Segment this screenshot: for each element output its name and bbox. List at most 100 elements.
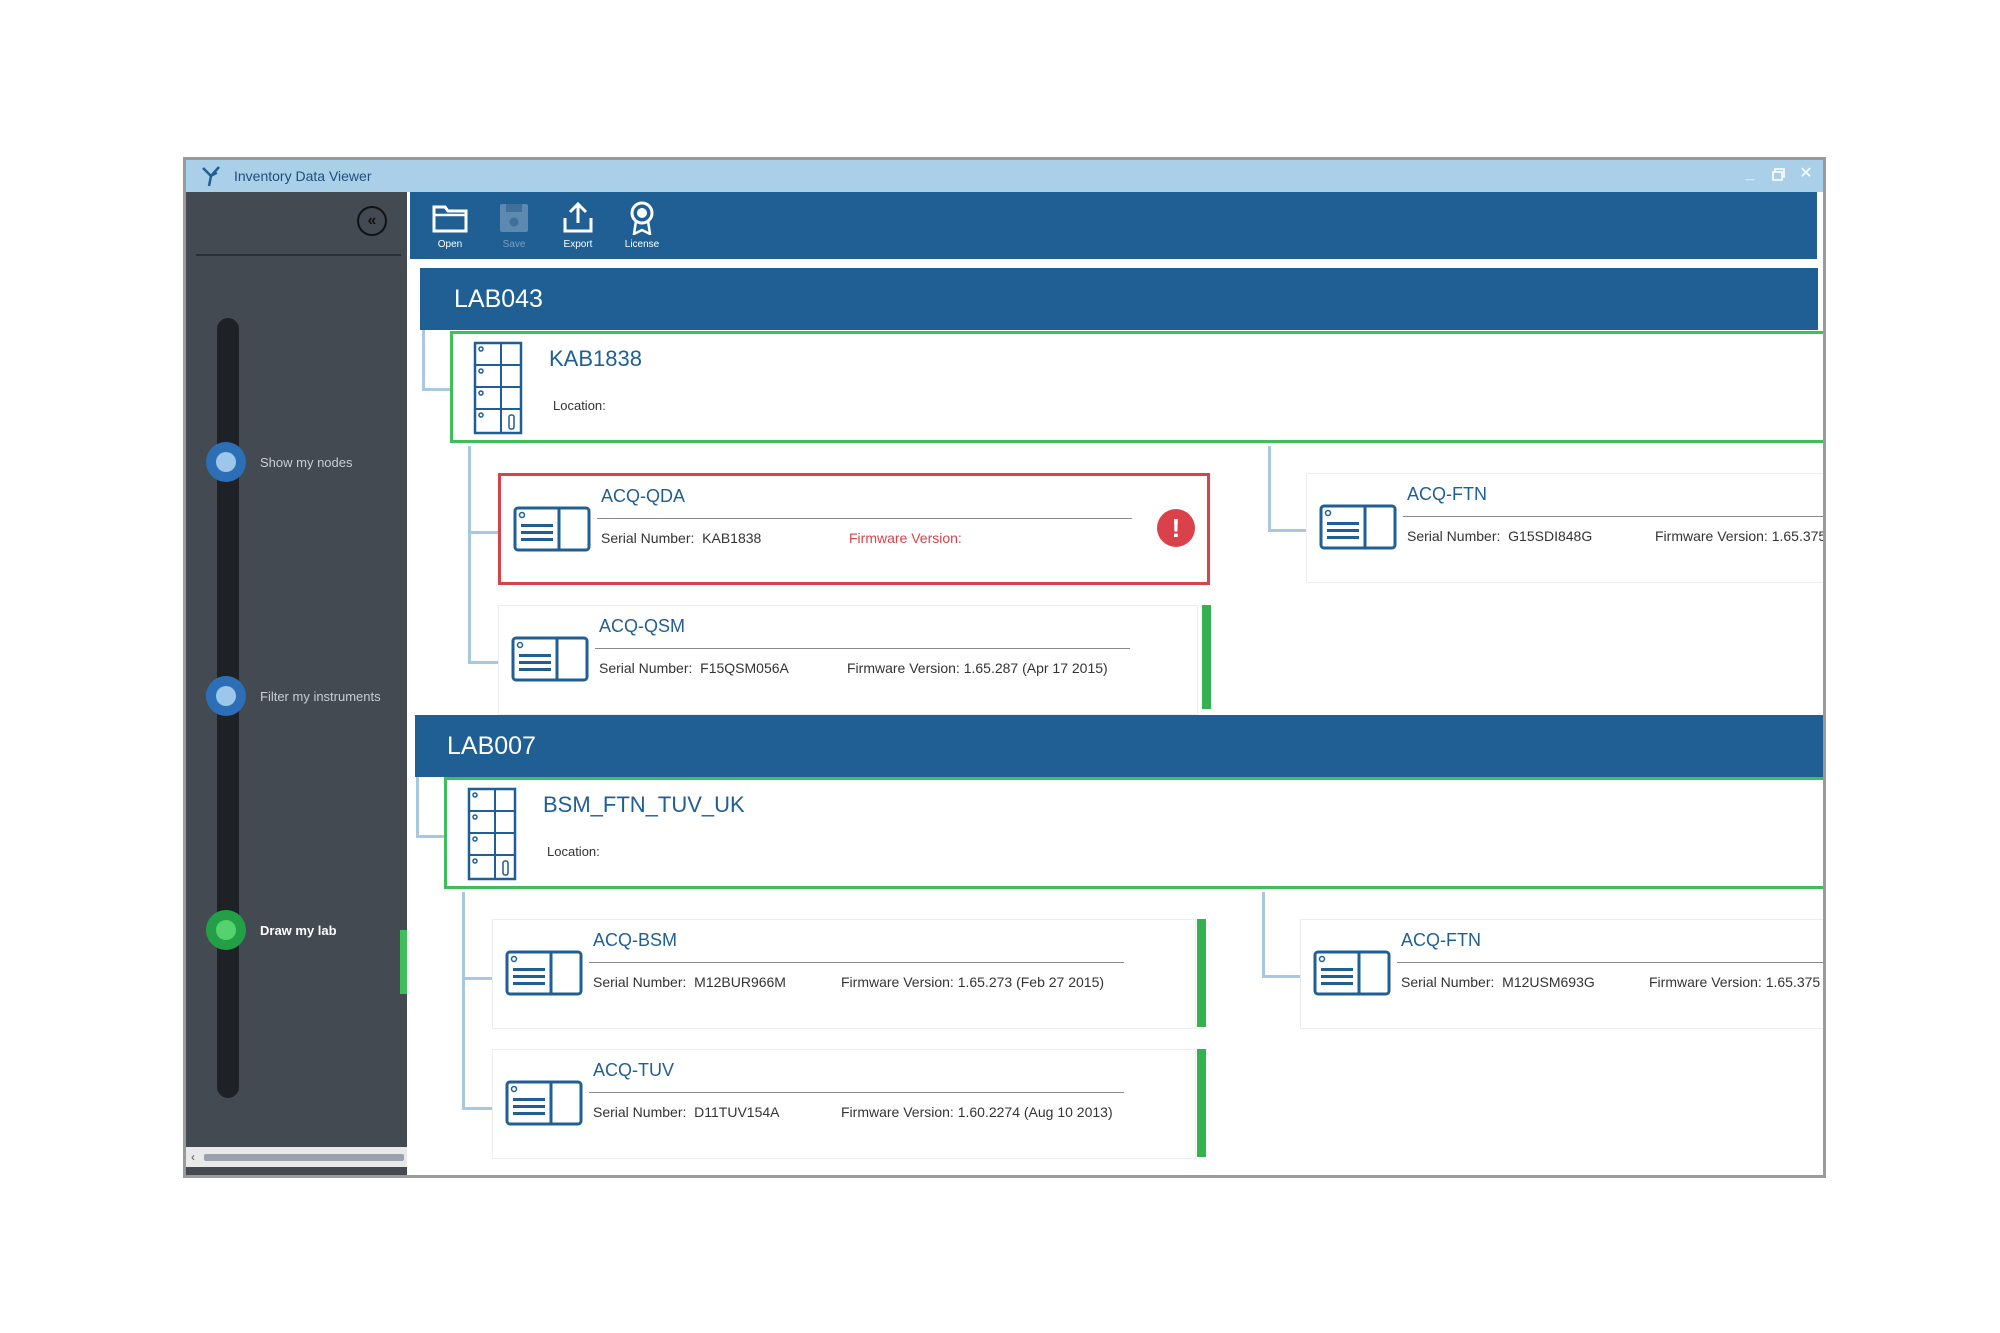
server-rack-icon	[473, 341, 523, 435]
minimize-icon[interactable]: _	[1743, 166, 1757, 182]
close-icon[interactable]: ✕	[1799, 166, 1813, 182]
instrument-divider	[1403, 516, 1823, 517]
tree-connector	[1262, 892, 1265, 978]
lab-canvas: LAB043 KAB1838 Location: ACQ-QDA Serial …	[410, 263, 1826, 1175]
tree-connector	[416, 777, 419, 838]
step-label: Show my nodes	[260, 454, 353, 470]
tree-connector	[422, 330, 425, 390]
instrument-module-icon	[505, 1080, 583, 1126]
export-icon	[563, 201, 593, 233]
lab-header-lab043[interactable]: LAB043	[420, 268, 1818, 330]
instrument-firmware: Firmware Version: 1.65.273 (Feb 27 2015)	[841, 974, 1105, 990]
app-window: Inventory Data Viewer _ ✕ « Show my node…	[183, 157, 1826, 1178]
tree-connector	[1262, 975, 1302, 978]
open-button[interactable]: Open	[430, 201, 470, 250]
restore-icon[interactable]	[1771, 166, 1785, 182]
collapse-sidebar-icon[interactable]: «	[357, 206, 387, 236]
instrument-name: ACQ-QDA	[601, 486, 686, 506]
tree-connector	[422, 388, 452, 391]
instrument-module-icon	[1313, 950, 1391, 996]
instrument-divider	[589, 1092, 1124, 1093]
instrument-firmware: Firmware Version: 1.60.2274 (Aug 10 2013…	[841, 1104, 1113, 1120]
tree-connector	[468, 661, 500, 664]
node-kab1838[interactable]: KAB1838 Location:	[450, 331, 1823, 443]
error-alert-icon[interactable]: !	[1157, 509, 1195, 547]
instrument-firmware: Firmware Version:	[849, 530, 962, 546]
instrument-serial: Serial Number: M12BUR966M	[593, 974, 786, 990]
status-ok-indicator	[1197, 1049, 1206, 1157]
instrument-module-icon	[1319, 504, 1397, 550]
scroll-left-icon[interactable]: ‹	[186, 1150, 200, 1164]
license-button[interactable]: License	[622, 201, 662, 250]
status-ok-indicator	[1202, 605, 1211, 709]
instrument-divider	[1397, 962, 1823, 963]
instrument-divider	[595, 648, 1130, 649]
save-button[interactable]: Save	[494, 201, 534, 250]
workflow-sidebar: « Show my nodes Filter my instruments Dr…	[186, 192, 407, 1175]
instrument-serial: Serial Number: G15SDI848G	[1407, 528, 1593, 544]
instrument-name: ACQ-FTN	[1407, 484, 1487, 504]
sidebar-divider	[196, 254, 401, 256]
sidebar-scrollbar[interactable]: ‹	[186, 1147, 407, 1167]
instrument-card-acq-ftn[interactable]: ACQ-FTN Serial Number: M12USM693G Firmwa…	[1300, 919, 1823, 1029]
export-button[interactable]: Export	[558, 201, 598, 250]
instrument-serial: Serial Number: D11TUV154A	[593, 1104, 780, 1120]
window-title: Inventory Data Viewer	[234, 168, 372, 184]
instrument-divider	[589, 962, 1124, 963]
tree-connector	[462, 1107, 494, 1110]
instrument-name: ACQ-BSM	[593, 930, 678, 950]
instrument-divider	[597, 518, 1132, 519]
save-label: Save	[502, 239, 526, 250]
node-location-label: Location:	[553, 398, 606, 413]
license-ribbon-icon	[630, 201, 654, 235]
tree-connector	[468, 531, 500, 534]
node-bsm-ftn-tuv-uk[interactable]: BSM_FTN_TUV_UK Location:	[444, 777, 1823, 889]
instrument-card-acq-ftn[interactable]: ACQ-FTN Serial Number: G15SDI848G Firmwa…	[1306, 473, 1826, 583]
export-label: Export	[563, 239, 593, 250]
lab-title: LAB007	[447, 731, 536, 760]
step-indicator-icon	[206, 442, 246, 482]
instrument-firmware: Firmware Version: 1.65.287 (Apr 17 2015)	[847, 660, 1108, 676]
instrument-card-acq-qda[interactable]: ACQ-QDA Serial Number: KAB1838 Firmware …	[498, 473, 1210, 585]
instrument-serial: Serial Number: F15QSM056A	[599, 660, 789, 676]
license-label: License	[624, 239, 660, 250]
lab-header-lab007[interactable]: LAB007	[415, 715, 1823, 777]
folder-icon	[432, 205, 468, 233]
open-label: Open	[437, 239, 463, 250]
app-logo-icon	[196, 161, 226, 191]
vertical-scrollbar[interactable]	[1825, 263, 1826, 863]
instrument-module-icon	[511, 636, 589, 682]
step-filter-my-instruments[interactable]: Filter my instruments	[206, 676, 381, 716]
scrollbar-thumb[interactable]	[204, 1153, 404, 1161]
node-name: BSM_FTN_TUV_UK	[543, 792, 745, 817]
tree-connector	[468, 446, 471, 664]
instrument-firmware: Firmware Version: 1.65.375 (Ma	[1649, 974, 1823, 990]
node-name: KAB1838	[549, 346, 642, 371]
instrument-card-acq-qsm[interactable]: ACQ-QSM Serial Number: F15QSM056A Firmwa…	[498, 605, 1198, 715]
lab-title: LAB043	[454, 284, 543, 313]
tree-connector	[1268, 529, 1308, 532]
instrument-firmware: Firmware Version: 1.65.375 (I	[1655, 528, 1826, 544]
toolbar: Open Save Export License	[410, 192, 1817, 259]
step-draw-my-lab[interactable]: Draw my lab	[206, 910, 337, 950]
step-label: Draw my lab	[260, 922, 337, 938]
step-show-my-nodes[interactable]: Show my nodes	[206, 442, 353, 482]
node-location-label: Location:	[547, 844, 600, 859]
instrument-module-icon	[505, 950, 583, 996]
save-icon	[500, 204, 528, 232]
step-indicator-icon	[206, 910, 246, 950]
instrument-module-icon	[513, 506, 591, 552]
instrument-name: ACQ-QSM	[599, 616, 686, 636]
active-step-marker	[400, 930, 407, 994]
instrument-card-acq-bsm[interactable]: ACQ-BSM Serial Number: M12BUR966M Firmwa…	[492, 919, 1196, 1029]
step-label: Filter my instruments	[260, 688, 381, 704]
window-controls: _ ✕	[1743, 166, 1813, 182]
tree-connector	[462, 977, 494, 980]
tree-connector	[416, 835, 446, 838]
status-ok-indicator	[1197, 919, 1206, 1027]
server-rack-icon	[467, 787, 517, 881]
tree-connector	[1268, 446, 1271, 532]
tree-connector	[462, 892, 465, 1110]
step-indicator-icon	[206, 676, 246, 716]
instrument-card-acq-tuv[interactable]: ACQ-TUV Serial Number: D11TUV154A Firmwa…	[492, 1049, 1196, 1159]
